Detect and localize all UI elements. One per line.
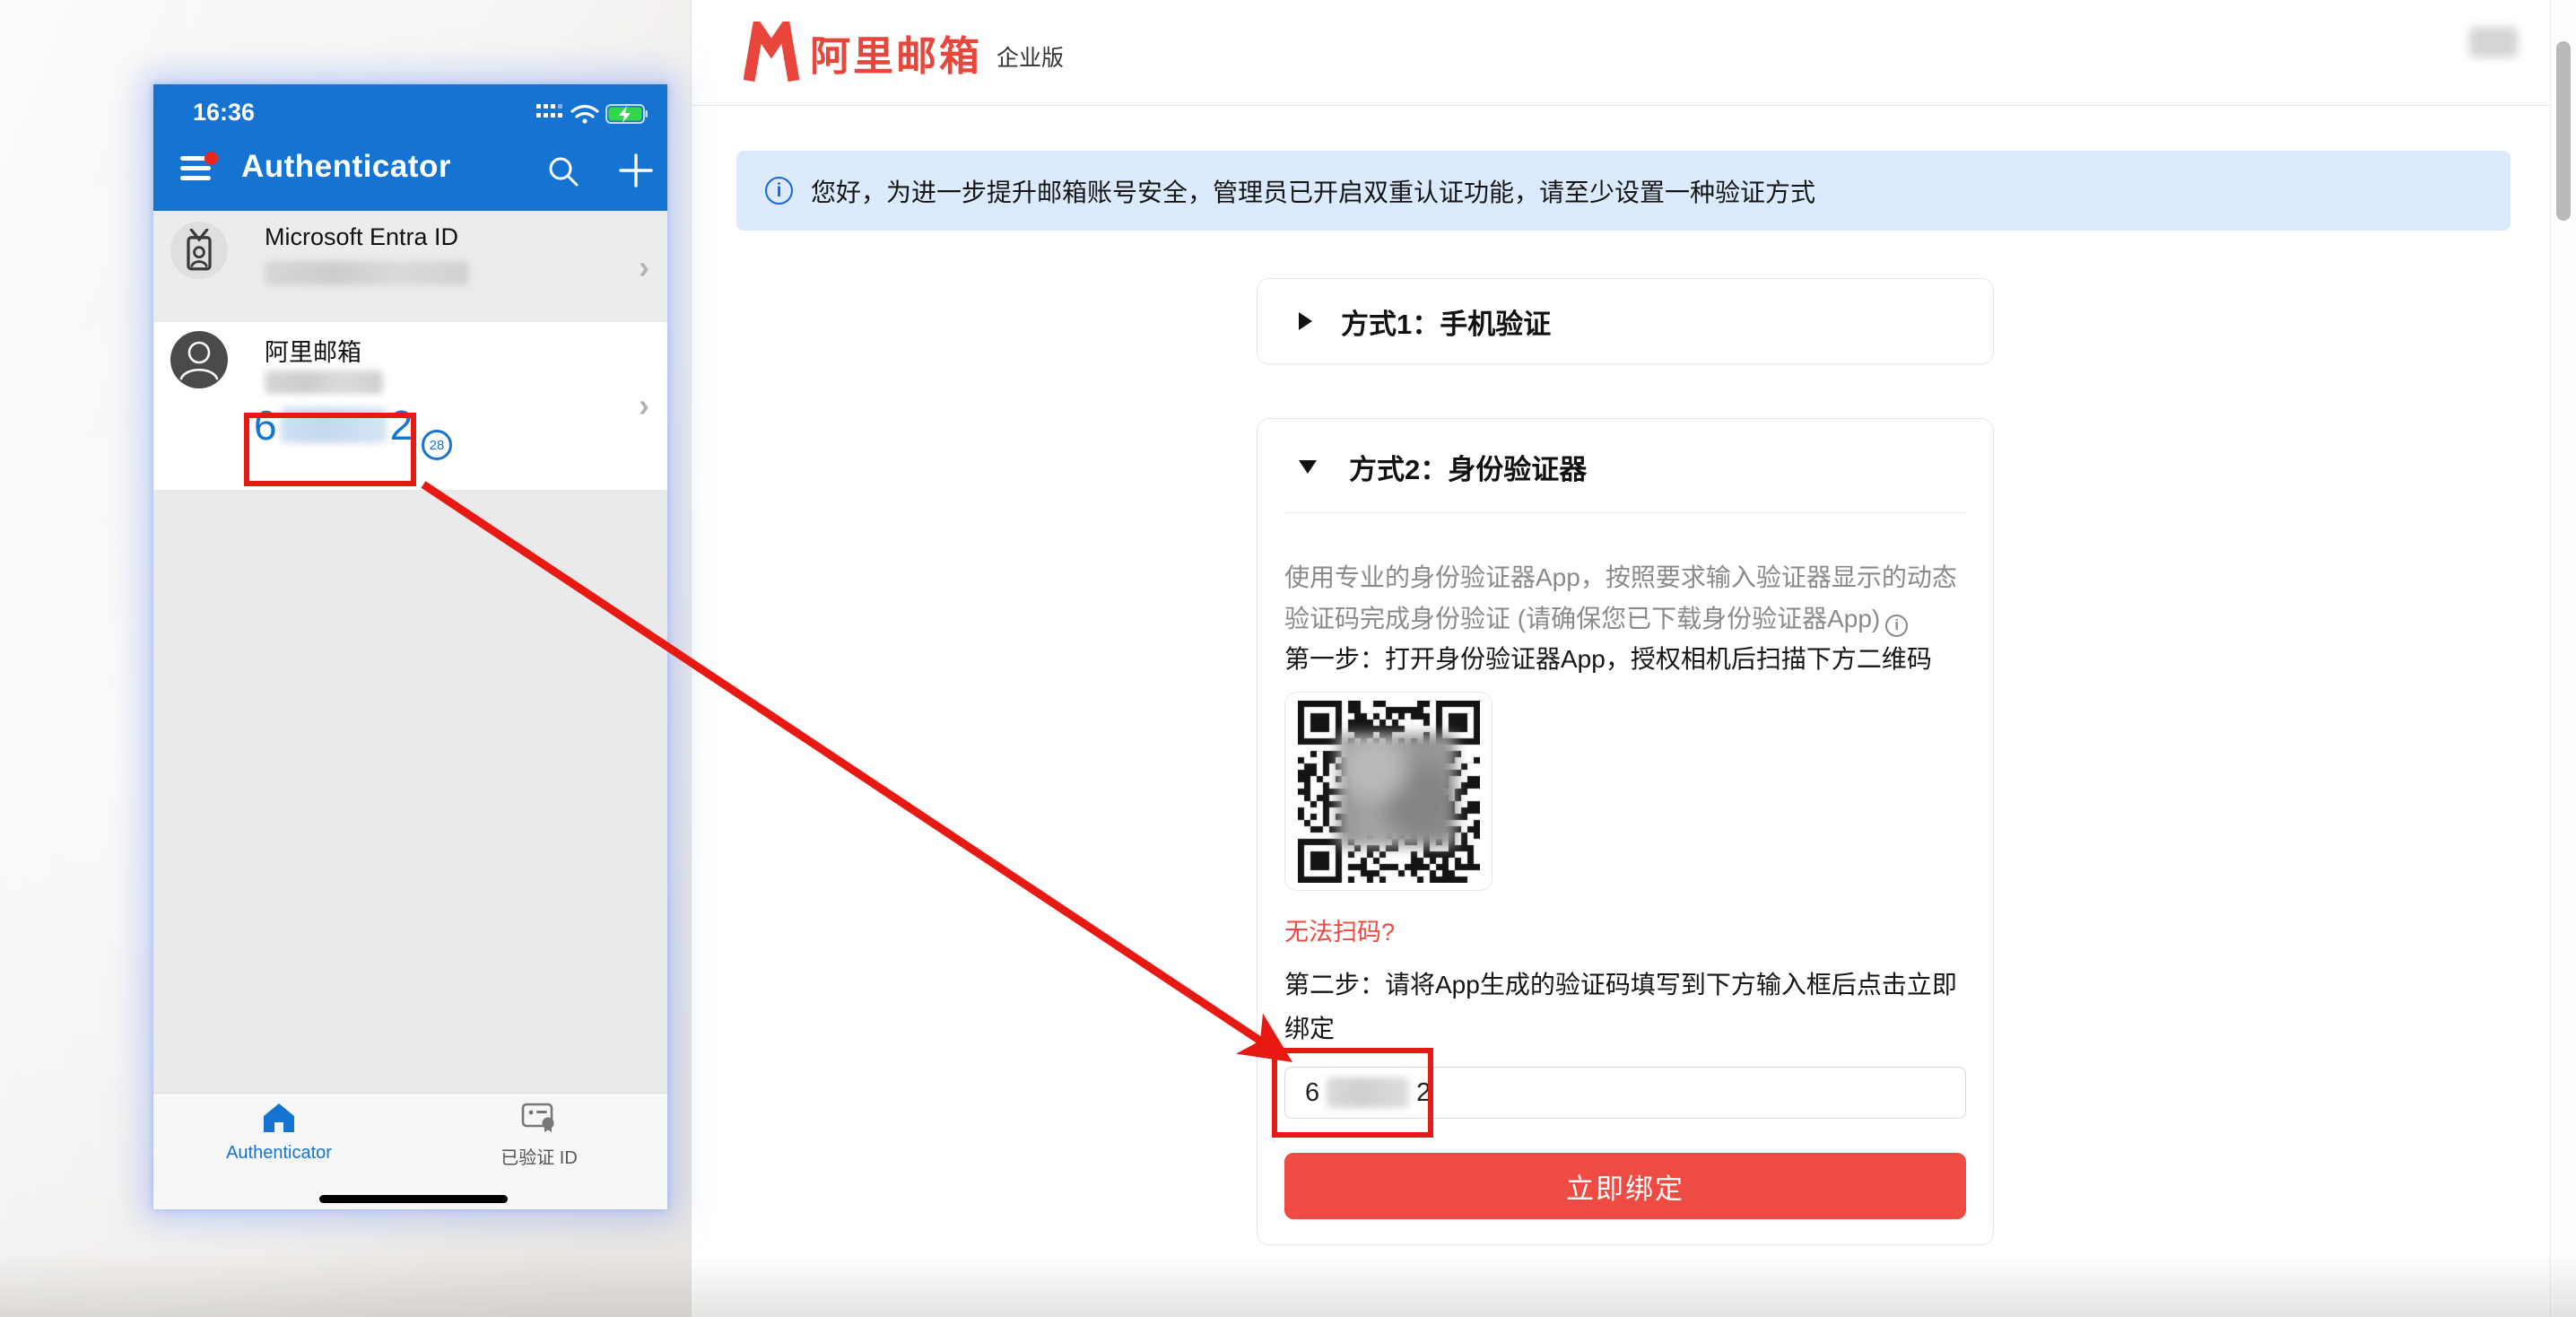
page-header: 阿里邮箱 企业版 [692,0,2576,106]
search-icon[interactable] [546,154,580,188]
phone-app-header: 16:36 [153,84,667,211]
alimail-web-page: 阿里邮箱 企业版 i 您好，为进一步提升邮箱账号安全，管理员已开启双重认证功能，… [691,0,2576,1317]
wifi-icon [572,107,597,124]
cellular-dual-sim-icon [536,104,562,118]
qr-code [1284,692,1493,891]
step1-instruction: 第一步：打开身份验证器App，授权相机后扫描下方二维码 [1284,640,1973,676]
add-account-icon[interactable] [618,153,654,188]
status-bar-icons [536,102,648,129]
edition-badge: 企业版 [996,40,1064,73]
battery-charging-icon [606,105,648,123]
method1-title: 方式1：手机验证 [1341,301,1551,342]
scrollbar-track[interactable] [2550,0,2576,1317]
verified-id-card-icon [521,1103,557,1133]
avatar [170,331,228,388]
cannot-scan-link[interactable]: 无法扫码? [1284,912,1395,947]
chevron-right-icon: › [639,249,649,286]
otp-countdown-timer: 28 [422,430,452,460]
method2-header[interactable]: 方式2：身份验证器 [1299,446,1962,487]
divider [1284,512,1966,513]
menu-icon[interactable] [180,156,216,187]
account-row-entra-id[interactable]: Microsoft Entra ID › [153,211,667,319]
method2-title: 方式2：身份验证器 [1349,447,1587,487]
alimail-m-logo-icon [744,22,799,83]
scrollbar-thumb[interactable] [2556,41,2571,221]
home-indicator-bar[interactable] [319,1195,508,1203]
method1-panel[interactable]: 方式1：手机验证 [1257,278,1994,364]
tab-label: Authenticator [180,1143,378,1164]
step2-instruction: 第二步：请将App生成的验证码填写到下方输入框后点击立即绑定 [1284,963,1973,1051]
blurred-user-account-chip[interactable] [2469,27,2518,57]
tab-verified-id[interactable]: 已验证 ID [440,1103,638,1169]
tab-label: 已验证 ID [440,1143,638,1169]
phone-tab-bar: Authenticator 已验证 ID [153,1093,667,1209]
expand-caret-icon [1299,460,1317,474]
info-icon[interactable]: i [1885,615,1908,637]
chevron-right-icon: › [639,387,649,424]
method2-description: 使用专业的身份验证器App，按照要求输入验证器显示的动态验证码完成身份验证 (请… [1284,557,1971,640]
phone-app-title: Authenticator [241,149,451,185]
annotation-box-phone-code [244,413,416,486]
blurred-account-email [265,261,469,285]
tab-authenticator[interactable]: Authenticator [180,1103,378,1164]
person-icon [170,331,228,388]
annotation-box-input-code [1272,1048,1433,1138]
bind-now-button[interactable]: 立即绑定 [1284,1153,1966,1219]
alimail-logo: 阿里邮箱 企业版 [744,22,1064,83]
blurred-qr-center [1337,734,1456,847]
account-name: Microsoft Entra ID [265,223,458,251]
collapse-caret-icon [1299,312,1312,330]
id-badge-icon [181,229,217,272]
home-icon [263,1103,295,1133]
avatar [170,222,228,279]
banner-text: 您好，为进一步提升邮箱账号安全，管理员已开启双重认证功能，请至少设置一种验证方式 [811,173,1815,209]
info-icon: i [765,177,793,205]
screenshot-root: 16:36 [0,0,2576,1317]
brand-name: 阿里邮箱 [810,23,982,82]
security-notice-banner: i 您好，为进一步提升邮箱账号安全，管理员已开启双重认证功能，请至少设置一种验证… [736,151,2511,231]
blurred-account-email [265,371,383,394]
status-bar-time: 16:36 [193,99,255,126]
authenticator-phone-screenshot: 16:36 [153,84,667,1209]
account-name: 阿里邮箱 [265,333,361,368]
notification-dot [205,152,218,165]
